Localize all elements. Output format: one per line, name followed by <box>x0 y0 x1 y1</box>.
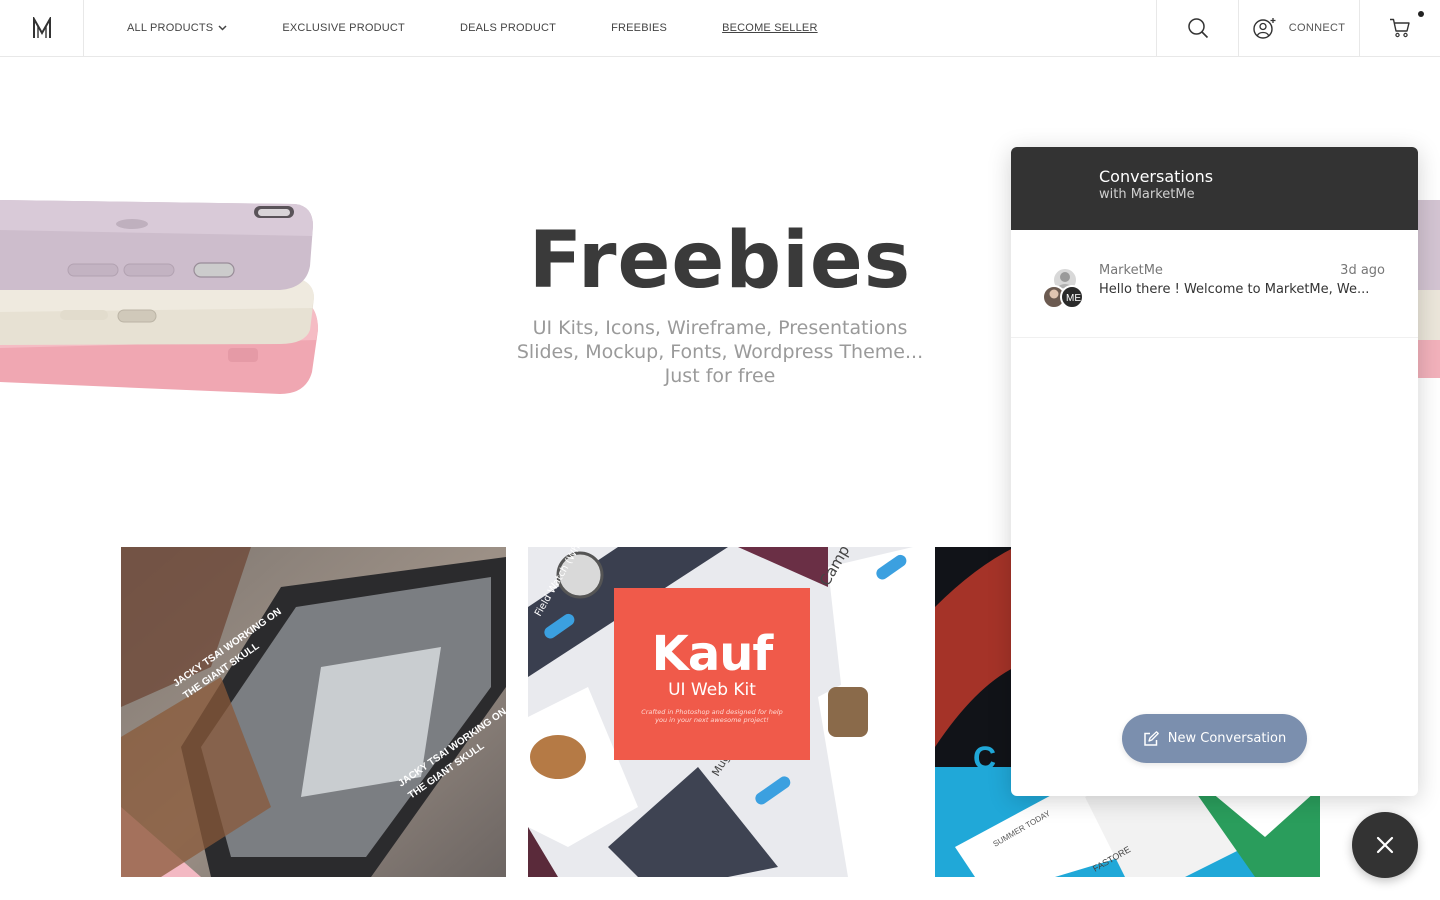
nav-become-seller[interactable]: BECOME SELLER <box>722 22 818 34</box>
card3-overlay-text: C <box>973 740 996 776</box>
conversation-avatars: ME <box>1041 264 1089 312</box>
conversation-preview: Hello there ! Welcome to MarketMe, We... <box>1099 282 1370 297</box>
nav-all-products-label: ALL PRODUCTS <box>127 22 214 34</box>
search-button[interactable] <box>1156 0 1238 56</box>
nav-freebies[interactable]: FREEBIES <box>611 22 667 34</box>
nav-become-seller-label: BECOME SELLER <box>722 22 818 34</box>
nav-freebies-label: FREEBIES <box>611 22 668 34</box>
hero-subtitle-line: Slides, Mockup, Fonts, Wordpress Theme..… <box>516 341 924 363</box>
hero-subtitle-line: UI Kits, Icons, Wireframe, Presentations <box>532 317 908 339</box>
kauf-brand: Kauf <box>651 626 774 682</box>
compose-icon <box>1144 730 1159 746</box>
hero-subtitle-line: Just for free <box>664 365 776 387</box>
connect-label: CONNECT <box>1288 22 1346 34</box>
nav-exclusive-product-label: EXCLUSIVE PRODUCT <box>282 22 405 34</box>
hero-title: Freebies <box>528 216 912 306</box>
card3-button-tops <box>1209 896 1321 900</box>
conversation-sender: MarketMe <box>1099 263 1163 278</box>
new-conversation-label: New Conversation <box>1167 731 1287 746</box>
nav-deals-product-label: DEALS PRODUCT <box>459 22 557 34</box>
close-chat-button[interactable] <box>1352 812 1418 878</box>
svg-text:ME: ME <box>1066 293 1081 304</box>
chevron-down-icon <box>218 25 227 31</box>
top-navigation-bar: ALL PRODUCTS EXCLUSIVE PRODUCT DEALS PRO… <box>0 0 1440 57</box>
news-app-mockup-image: JACKY TSAI WORKING ON THE GIANT SKULL JA… <box>121 547 506 877</box>
connect-button[interactable]: CONNECT <box>1238 0 1359 56</box>
product-card-kauf-ui-kit[interactable]: Camp & Suede Backpack Field Watch (White… <box>528 547 913 877</box>
logo[interactable] <box>0 0 84 56</box>
nav-exclusive-product[interactable]: EXCLUSIVE PRODUCT <box>282 22 405 34</box>
card1-button-tops <box>394 896 506 900</box>
chat-header: Conversations with MarketMe <box>1011 147 1418 230</box>
nav-deals-product[interactable]: DEALS PRODUCT <box>460 22 556 34</box>
card2-button-tops <box>794 896 914 900</box>
hero-phone-cases-image <box>0 180 330 410</box>
cart-button[interactable] <box>1359 0 1440 56</box>
conversation-item[interactable]: ME MarketMe 3d ago Hello there ! Welcome… <box>1011 230 1418 338</box>
hero-subtitle: UI Kits, Icons, Wireframe, Presentations… <box>420 316 1020 388</box>
cart-icon <box>1390 18 1410 38</box>
user-add-icon <box>1253 18 1276 39</box>
m-logo-icon <box>32 17 51 38</box>
main-nav: ALL PRODUCTS EXCLUSIVE PRODUCT DEALS PRO… <box>127 0 873 56</box>
chat-subtitle: with MarketMe <box>1099 187 1195 202</box>
cart-notification-dot <box>1418 11 1424 17</box>
product-card-news-app[interactable]: JACKY TSAI WORKING ON THE GIANT SKULL JA… <box>121 547 506 877</box>
nav-all-products[interactable]: ALL PRODUCTS <box>127 22 227 34</box>
kauf-badge: Kauf UI Web Kit Crafted in Photoshop and… <box>614 588 810 760</box>
conversation-time: 3d ago <box>1340 263 1385 278</box>
new-conversation-button[interactable]: New Conversation <box>1122 714 1307 763</box>
close-icon <box>1376 836 1394 854</box>
chat-panel: Conversations with MarketMe ME MarketMe … <box>1011 147 1418 796</box>
chat-title: Conversations <box>1099 167 1214 186</box>
search-icon <box>1187 18 1208 39</box>
kauf-tagline: Crafted in Photoshop and designed for he… <box>641 708 783 724</box>
kauf-subtitle: UI Web Kit <box>668 680 756 700</box>
